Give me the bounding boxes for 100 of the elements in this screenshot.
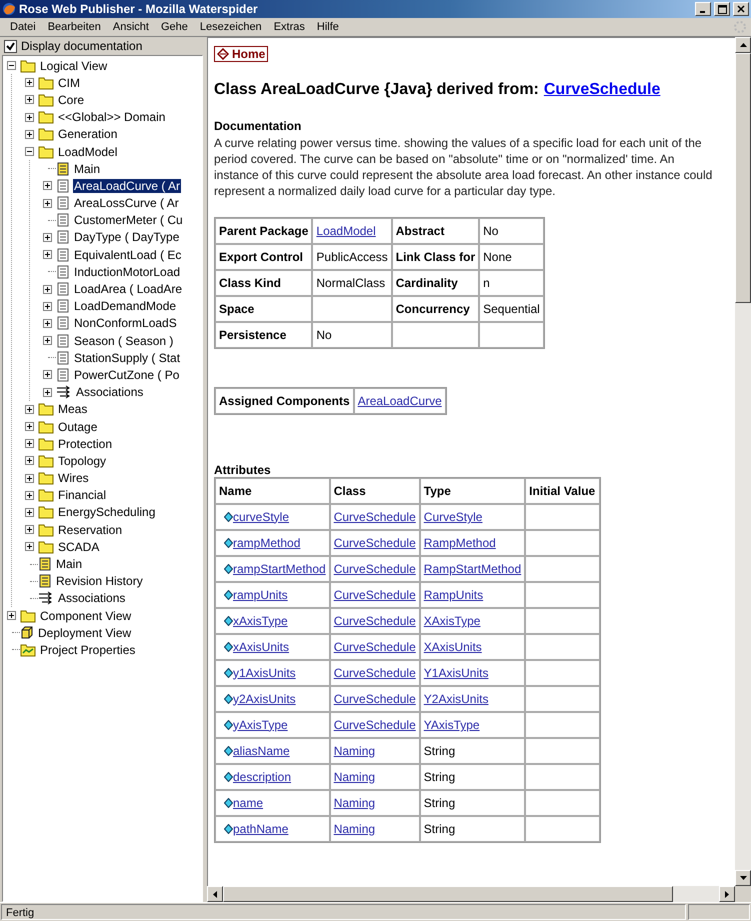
home-link[interactable]: Home	[214, 46, 268, 62]
menu-item[interactable]: Ansicht	[106, 20, 155, 34]
menu-item[interactable]: Bearbeiten	[42, 20, 107, 34]
expand-icon[interactable]	[25, 474, 34, 483]
tree-item[interactable]: LoadDemandMode	[73, 299, 178, 314]
expand-icon[interactable]	[25, 95, 34, 104]
expand-icon[interactable]	[25, 508, 34, 517]
expand-icon[interactable]	[43, 370, 52, 380]
tree-item[interactable]: EnergyScheduling	[57, 505, 156, 520]
expand-icon[interactable]	[25, 78, 34, 88]
throbber-icon	[733, 20, 747, 34]
tree-item[interactable]: Main	[55, 557, 84, 572]
window-title: Rose Web Publisher - Mozilla Waterspider	[19, 2, 259, 16]
tree-item[interactable]: Revision History	[55, 574, 144, 588]
expand-icon[interactable]	[25, 525, 34, 534]
menu-item[interactable]: Lesezeichen	[194, 20, 268, 34]
document-icon	[56, 196, 70, 210]
folder-icon	[38, 488, 54, 502]
collapse-icon[interactable]	[7, 61, 16, 70]
maximize-button[interactable]	[714, 2, 730, 16]
tree-item[interactable]: Main	[73, 162, 102, 176]
tree-item[interactable]: LoadArea ( LoadAre	[73, 282, 184, 296]
tree-item[interactable]: Logical View	[39, 58, 108, 73]
expand-icon[interactable]	[43, 232, 52, 242]
expand-icon[interactable]	[25, 490, 34, 500]
diamond-icon	[224, 642, 233, 652]
tree-item[interactable]: CustomerMeter ( Cu	[73, 213, 184, 228]
tree-item[interactable]: AreaLossCurve ( Ar	[73, 196, 180, 210]
documentation-text: A curve relating power versus time. showing the values of a specific load for each unit of the period covered. The curve can be based on "absolute" time or on "normalized' time. An instance of this curve could represent the absolute area load forecast. An other instance could represent a normalized daily load curve for a particular day type.	[214, 135, 714, 199]
scroll-down-button[interactable]	[735, 870, 751, 886]
expand-icon[interactable]	[25, 542, 34, 552]
type-value: String	[424, 796, 456, 810]
expand-icon[interactable]	[43, 198, 52, 208]
tree-item[interactable]: LoadModel	[57, 144, 118, 159]
tree-item[interactable]: AreaLoadCurve ( Ar	[73, 178, 182, 193]
document-icon	[56, 282, 70, 296]
expand-icon[interactable]	[43, 318, 52, 328]
scroll-left-button[interactable]	[207, 886, 223, 902]
property-value: None	[479, 244, 544, 270]
collapse-icon[interactable]	[25, 147, 34, 156]
menu-item[interactable]: Hilfe	[310, 20, 345, 34]
expand-icon[interactable]	[43, 302, 52, 311]
diamond-icon	[224, 772, 233, 782]
superclass-link[interactable]: CurveSchedule	[544, 81, 660, 99]
tree-item[interactable]: NonConformLoadS	[73, 316, 178, 330]
diamond-icon	[224, 668, 233, 678]
tree-item[interactable]: InductionMotorLoad	[73, 264, 182, 279]
tree-item[interactable]: StationSupply ( Stat	[73, 350, 182, 365]
scroll-up-button[interactable]	[735, 37, 751, 53]
expand-icon[interactable]	[43, 388, 52, 397]
tree-item[interactable]: Core	[57, 92, 86, 107]
tree-item[interactable]: Meas	[57, 402, 88, 416]
minimize-button[interactable]	[695, 2, 711, 16]
expand-icon[interactable]	[43, 284, 52, 294]
menu-item[interactable]: Gehe	[154, 20, 194, 34]
display-documentation-checkbox[interactable]: Display documentation	[0, 37, 205, 55]
close-button[interactable]	[733, 2, 749, 16]
tree-item[interactable]: DayType ( DayType	[73, 230, 180, 244]
tree-item[interactable]: Component View	[39, 608, 132, 623]
type-value: String	[424, 744, 456, 758]
expand-icon[interactable]	[25, 112, 34, 122]
expand-icon[interactable]	[25, 130, 34, 139]
tree-item[interactable]: SCADA	[57, 540, 100, 554]
tree-item[interactable]: PowerCutZone ( Po	[73, 368, 180, 382]
tree-item[interactable]: EquivalentLoad ( Ec	[73, 248, 182, 262]
expand-icon[interactable]	[25, 456, 34, 466]
expand-icon[interactable]	[25, 404, 34, 414]
scrollbar-thumb[interactable]	[735, 53, 751, 303]
tree-item[interactable]: Project Properties	[39, 642, 136, 657]
attribute-link[interactable]: name	[233, 796, 264, 810]
tree-item[interactable]: <<Global>> Domain	[57, 110, 166, 124]
tree-item[interactable]: Generation	[57, 127, 118, 142]
vertical-scrollbar[interactable]	[735, 37, 751, 886]
tree-item[interactable]: Outage	[57, 420, 98, 434]
tree-item[interactable]: Protection	[57, 436, 114, 451]
property-value: n	[479, 270, 544, 296]
tree-item[interactable]: Season ( Season )	[73, 334, 174, 348]
tree-item[interactable]: Deployment View	[37, 626, 132, 640]
expand-icon[interactable]	[25, 439, 34, 448]
column-header: Name	[215, 478, 330, 504]
tree-item[interactable]: CIM	[57, 76, 81, 90]
type-value: String	[424, 822, 456, 836]
tree-item[interactable]: Reservation	[57, 522, 124, 537]
tree-item[interactable]: Associations	[57, 591, 126, 606]
scroll-right-button[interactable]	[719, 886, 735, 902]
expand-icon[interactable]	[43, 336, 52, 346]
document-icon	[56, 334, 70, 348]
tree-item[interactable]: Wires	[57, 471, 90, 486]
expand-icon[interactable]	[43, 250, 52, 260]
property-label: Class Kind	[215, 270, 312, 296]
cube-icon	[20, 626, 34, 640]
expand-icon[interactable]	[25, 422, 34, 432]
menu-item[interactable]: Extras	[268, 20, 311, 34]
tree-item[interactable]: Financial	[57, 488, 108, 502]
tree-item[interactable]: Associations	[75, 385, 144, 400]
expand-icon[interactable]	[43, 181, 52, 190]
checkbox[interactable]	[4, 40, 17, 52]
tree-item[interactable]: Topology	[57, 454, 108, 468]
menu-item[interactable]: Datei	[4, 20, 42, 34]
expand-icon[interactable]	[7, 611, 16, 620]
